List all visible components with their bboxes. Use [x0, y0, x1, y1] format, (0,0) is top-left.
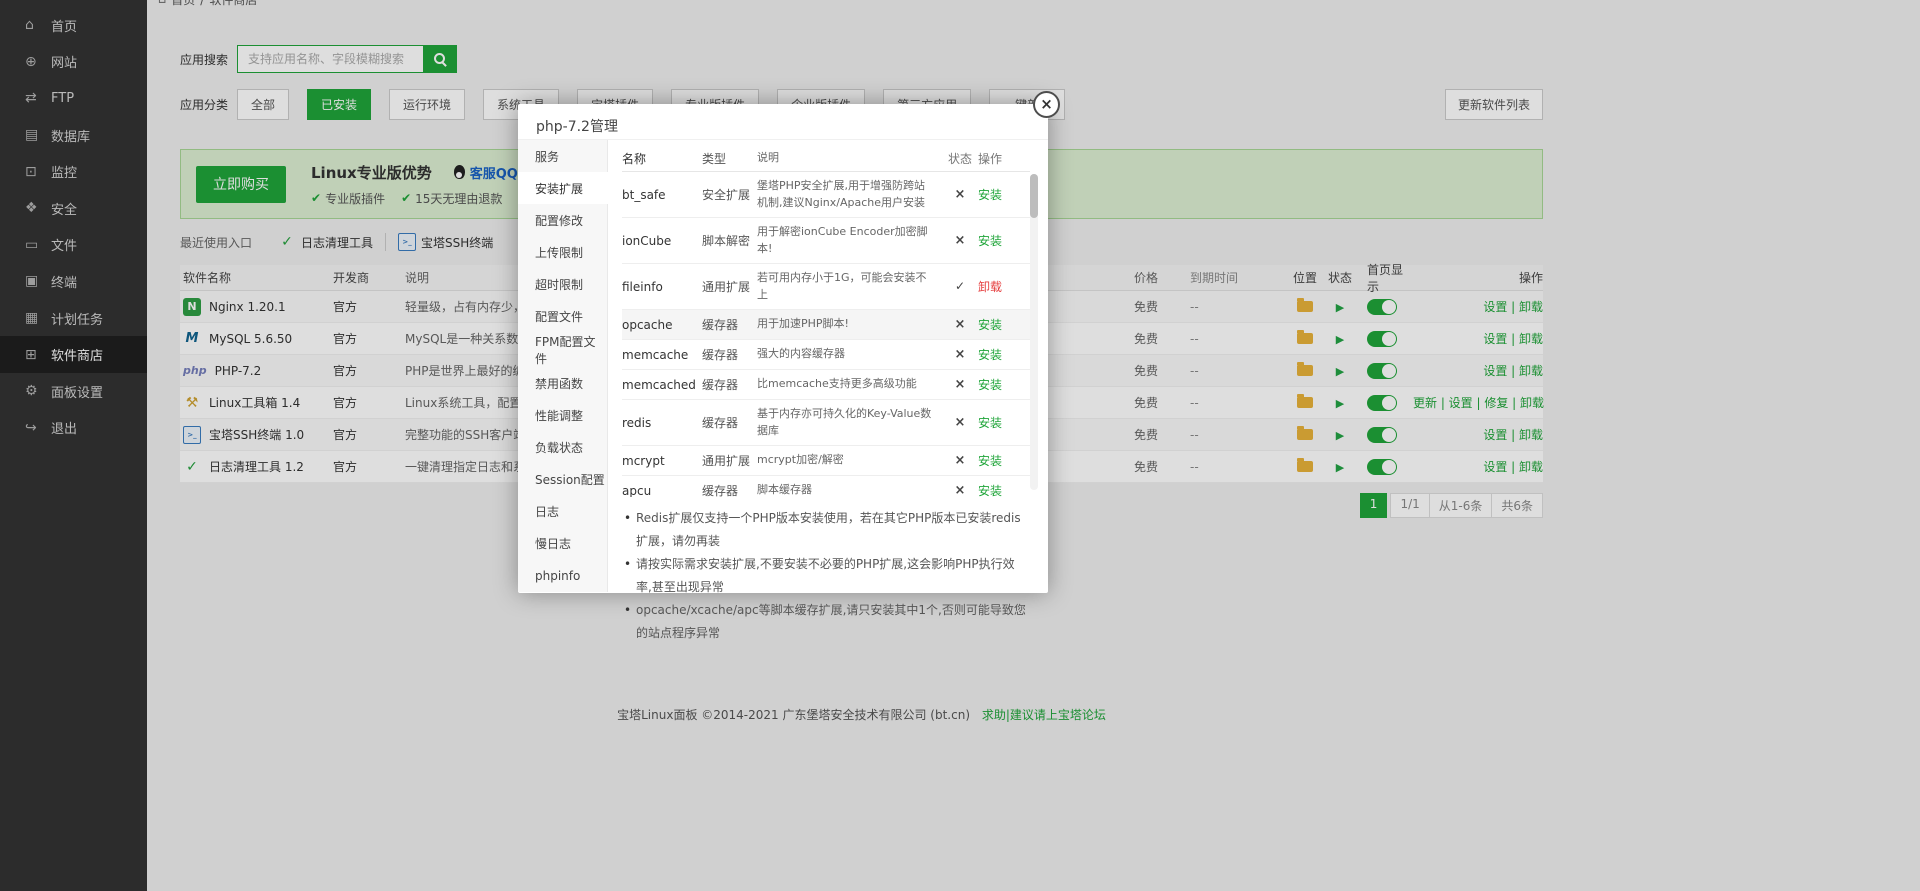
ext-row: apcu 缓存器 脚本缓存器 安装 [622, 476, 1030, 497]
note-item: 请按实际需求安装扩展,不要安装不必要的PHP扩展,这会影响PHP执行效率,甚至出… [622, 553, 1030, 599]
ext-action-link[interactable]: 卸载 [978, 278, 1030, 295]
php-manage-dialog: × php-7.2管理 服务 安装扩展 配置修改 上传限制 超时限制 配置文件 … [518, 104, 1048, 593]
ext-action-link[interactable]: 安装 [978, 452, 1030, 469]
note-item: opcache/xcache/apc等脚本缓存扩展,请只安装其中1个,否则可能导… [622, 599, 1030, 645]
ext-description: 基于内存亦可持久化的Key-Value数据库 [757, 406, 942, 439]
ext-row: bt_safe 安全扩展 堡塔PHP安全扩展,用于增强防跨站机制,建议Nginx… [622, 172, 1030, 218]
modal-content: 名称 类型 说明 状态 操作 bt_safe 安全扩展 堡塔PHP安全扩展,用于… [608, 140, 1048, 592]
modal-tab[interactable]: FPM配置文件 [518, 333, 607, 367]
ext-description: 脚本缓存器 [757, 482, 942, 497]
modal-tab[interactable]: 慢日志 [518, 528, 607, 560]
ext-state-icon [942, 317, 978, 332]
ext-row: redis 缓存器 基于内存亦可持久化的Key-Value数据库 安装 [622, 400, 1030, 446]
ext-row: ionCube 脚本解密 用于解密ionCube Encoder加密脚本! 安装 [622, 218, 1030, 264]
ext-name: apcu [622, 484, 702, 498]
modal-tab[interactable]: 超时限制 [518, 269, 607, 301]
modal-tab[interactable]: 性能调整 [518, 399, 607, 431]
ext-state-icon [942, 453, 978, 468]
ext-name: redis [622, 416, 702, 430]
ext-type: 通用扩展 [702, 278, 757, 295]
ext-row: memcache 缓存器 强大的内容缓存器 安装 [622, 340, 1030, 370]
ext-type: 脚本解密 [702, 232, 757, 249]
modal-tab[interactable]: phpinfo [518, 560, 607, 592]
note-item: Redis扩展仅支持一个PHP版本安装使用，若在其它PHP版本已安装redis扩… [622, 507, 1030, 553]
ext-row: memcached 缓存器 比memcache支持更多高级功能 安装 [622, 370, 1030, 400]
ext-description: mcrypt加密/解密 [757, 452, 942, 469]
ext-action-link[interactable]: 安装 [978, 376, 1030, 393]
ext-col-action: 操作 [978, 150, 1030, 167]
ext-table-body: bt_safe 安全扩展 堡塔PHP安全扩展,用于增强防跨站机制,建议Nginx… [622, 172, 1030, 497]
ext-name: memcached [622, 378, 702, 392]
ext-description: 若可用内存小于1G，可能会安装不上 [757, 270, 942, 303]
ext-type: 通用扩展 [702, 452, 757, 469]
modal-tab[interactable]: 上传限制 [518, 236, 607, 268]
ext-col-type: 类型 [702, 150, 757, 167]
ext-col-name: 名称 [622, 150, 702, 167]
ext-type: 缓存器 [702, 482, 757, 497]
ext-name: bt_safe [622, 188, 702, 202]
ext-description: 比memcache支持更多高级功能 [757, 376, 942, 393]
modal-tab[interactable]: 日志 [518, 496, 607, 528]
ext-row: mcrypt 通用扩展 mcrypt加密/解密 安装 [622, 446, 1030, 476]
ext-description: 用于解密ionCube Encoder加密脚本! [757, 224, 942, 257]
modal-title: php-7.2管理 [518, 104, 1048, 140]
ext-action-link[interactable]: 安装 [978, 346, 1030, 363]
ext-description: 堡塔PHP安全扩展,用于增强防跨站机制,建议Nginx/Apache用户安装 [757, 178, 942, 211]
modal-tab[interactable]: 安装扩展 [518, 172, 608, 204]
ext-description: 用于加速PHP脚本! [757, 316, 942, 333]
ext-name: ionCube [622, 234, 702, 248]
ext-row: opcache 缓存器 用于加速PHP脚本! 安装 [622, 310, 1030, 340]
ext-action-link[interactable]: 安装 [978, 186, 1030, 203]
ext-state-icon [942, 187, 978, 202]
ext-name: opcache [622, 318, 702, 332]
modal-tab[interactable]: 配置文件 [518, 301, 607, 333]
modal-tab[interactable]: 负载状态 [518, 431, 607, 463]
ext-type: 缓存器 [702, 316, 757, 333]
ext-table-header: 名称 类型 说明 状态 操作 [622, 146, 1030, 172]
modal-tab-list: 服务 安装扩展 配置修改 上传限制 超时限制 配置文件 FPM配置文件 禁用函数… [518, 140, 608, 592]
modal-tab[interactable]: 禁用函数 [518, 367, 607, 399]
modal-body: 服务 安装扩展 配置修改 上传限制 超时限制 配置文件 FPM配置文件 禁用函数… [518, 140, 1048, 592]
ext-state-icon [942, 279, 978, 294]
ext-state-icon [942, 483, 978, 497]
ext-name: mcrypt [622, 454, 702, 468]
ext-action-link[interactable]: 安装 [978, 414, 1030, 431]
ext-col-state: 状态 [942, 150, 978, 167]
modal-tab[interactable]: Session配置 [518, 463, 607, 495]
ext-type: 安全扩展 [702, 186, 757, 203]
ext-action-link[interactable]: 安装 [978, 232, 1030, 249]
modal-tab[interactable]: 服务 [518, 140, 607, 172]
ext-row: fileinfo 通用扩展 若可用内存小于1G，可能会安装不上 卸载 [622, 264, 1030, 310]
ext-notes: Redis扩展仅支持一个PHP版本安装使用，若在其它PHP版本已安装redis扩… [622, 507, 1030, 645]
ext-description: 强大的内容缓存器 [757, 346, 942, 363]
ext-col-description: 说明 [757, 150, 942, 167]
ext-state-icon [942, 415, 978, 430]
ext-state-icon [942, 347, 978, 362]
ext-state-icon [942, 233, 978, 248]
scrollbar-thumb[interactable] [1030, 174, 1038, 218]
ext-type: 缓存器 [702, 414, 757, 431]
ext-scrollbar [1030, 174, 1038, 490]
ext-action-link[interactable]: 安装 [978, 316, 1030, 333]
close-icon[interactable]: × [1033, 91, 1060, 118]
ext-type: 缓存器 [702, 346, 757, 363]
ext-state-icon [942, 377, 978, 392]
ext-name: memcache [622, 348, 702, 362]
ext-type: 缓存器 [702, 376, 757, 393]
modal-tab[interactable]: 配置修改 [518, 204, 607, 236]
ext-name: fileinfo [622, 280, 702, 294]
ext-action-link[interactable]: 安装 [978, 482, 1030, 497]
